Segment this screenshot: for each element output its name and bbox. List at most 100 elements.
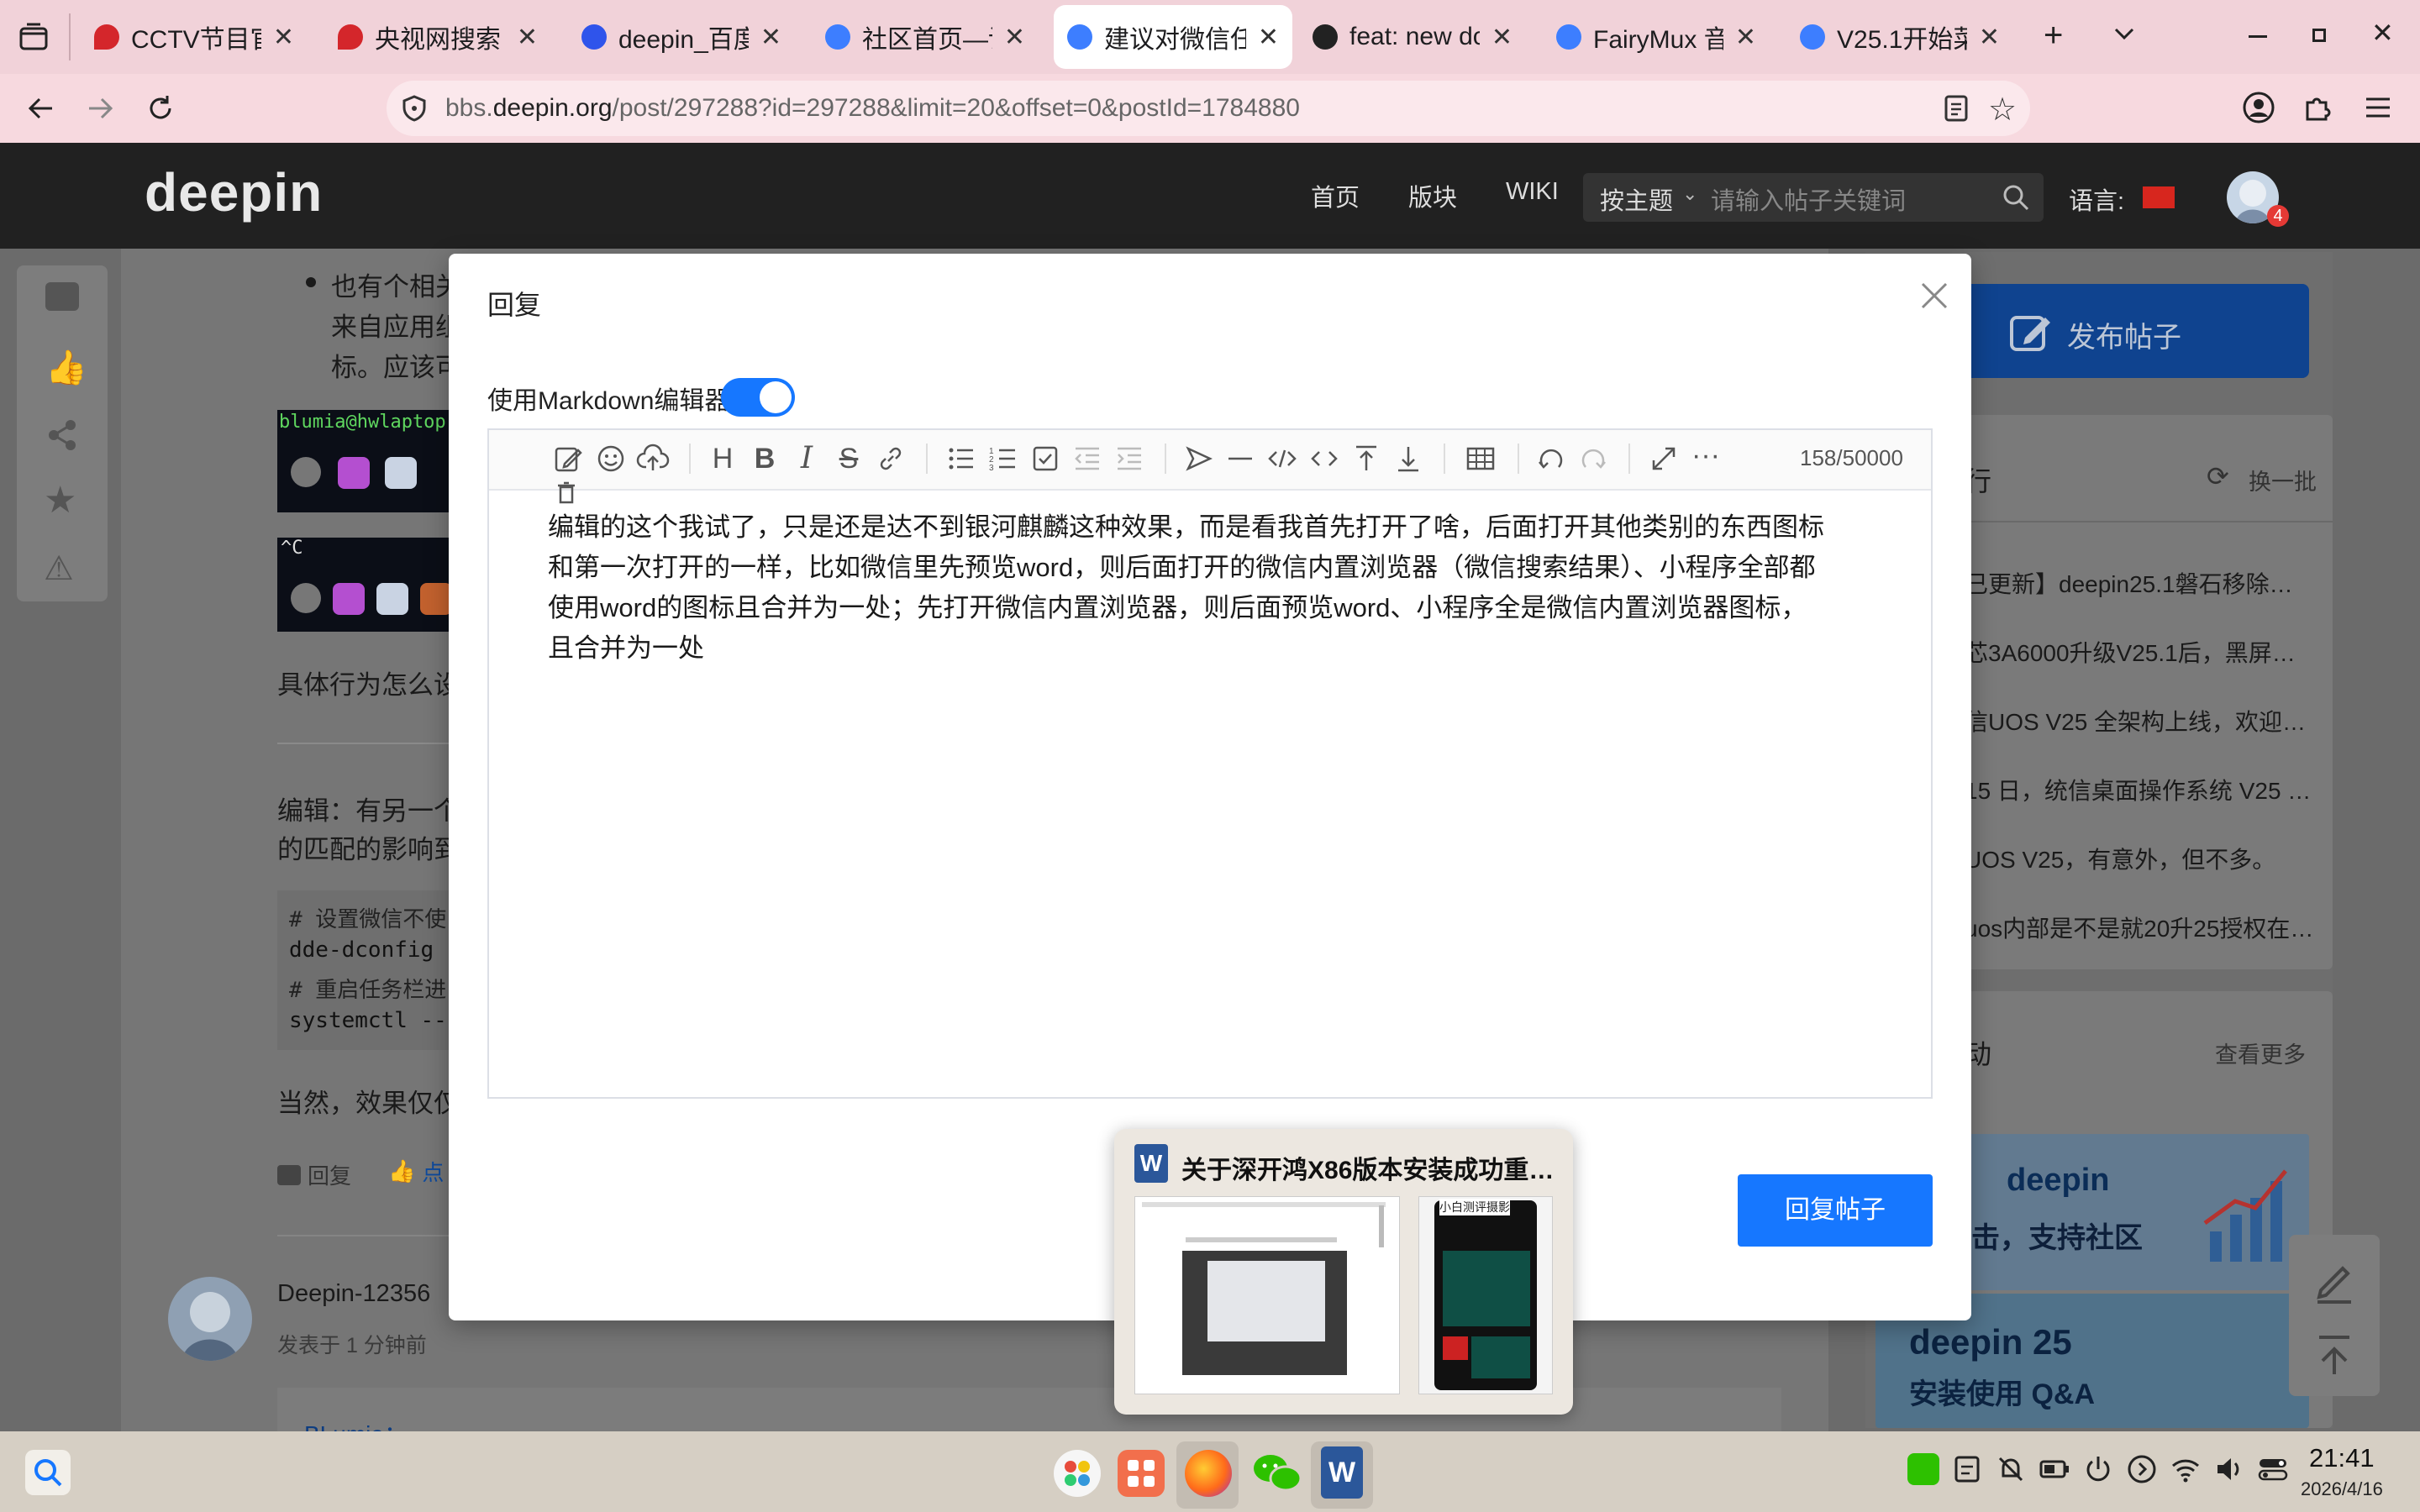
tab-baidu[interactable]: deepin_百度 ✕ [568,5,795,69]
control-center-icon[interactable] [2257,1453,2289,1485]
hot-list-item[interactable]: 已更新】deepin25.1磐石移除… [1965,566,2293,600]
wifi-icon[interactable] [2170,1453,2202,1485]
checklist-icon[interactable] [1028,442,1062,475]
close-tab-icon[interactable]: ✕ [1258,23,1279,52]
redo-icon[interactable] [1576,442,1610,475]
editor-textarea[interactable]: 编辑的这个我试了，只是还是达不到银河麒麟这种效果，而是看我首先打开了啥，后面打开… [489,492,1931,1097]
heading-icon[interactable]: H [706,442,739,475]
tab-community[interactable]: 社区首页—论 ✕ [812,5,1039,69]
submit-reply-button[interactable]: 回复帖子 [1738,1174,1933,1247]
reply-action[interactable]: 回复 [277,1159,351,1190]
clock-date[interactable]: 2026/4/16 [2301,1478,2383,1500]
emoji-icon[interactable] [594,442,628,475]
app-store-icon[interactable] [1118,1450,1165,1497]
close-tab-icon[interactable]: ✕ [517,23,538,52]
share-icon[interactable] [45,418,79,452]
tab-cctv-search[interactable]: 央视网搜索 ✕ [324,5,551,69]
tab-wechat-suggestion[interactable]: 建议对微信任 ✕ [1054,5,1292,69]
insert-before-icon[interactable] [1349,442,1383,475]
commenter-name[interactable]: Deepin-12356 [277,1280,430,1308]
undo-icon[interactable] [1534,442,1568,475]
back-to-top-button[interactable] [2289,1312,2380,1396]
terminal-screenshot[interactable]: ^C [277,538,454,632]
more-options-icon[interactable]: ··· [1689,441,1723,475]
menu-hamburger-icon[interactable] [2365,96,2391,119]
insert-after-icon[interactable] [1392,442,1425,475]
document-thumbnail[interactable] [1134,1196,1400,1394]
media-play-icon[interactable] [2126,1453,2158,1485]
reload-icon[interactable] [145,92,176,124]
china-flag-icon[interactable] [2143,186,2175,208]
close-tab-icon[interactable]: ✕ [273,23,294,52]
hot-list-item[interactable]: UOS V25，有意外，但不多。 [1965,842,2275,875]
markdown-toggle[interactable] [721,378,795,417]
code-block-icon[interactable] [1265,442,1299,475]
indent-icon[interactable] [1113,442,1146,475]
power-icon[interactable] [2082,1453,2114,1485]
inline-code-icon[interactable] [1307,442,1341,475]
terminal-screenshot[interactable]: blumia@hwlaptop [277,410,454,512]
quote-icon[interactable] [1181,442,1215,475]
close-tab-icon[interactable]: ✕ [1491,23,1512,52]
hot-list-item[interactable]: 芯3A6000升级V25.1后，黑屏… [1965,635,2296,669]
close-tab-icon[interactable]: ✕ [1979,23,2000,52]
extensions-puzzle-icon[interactable] [2302,92,2333,123]
wechat-tray-icon[interactable] [1907,1453,1939,1485]
bullet-list-icon[interactable] [944,442,978,475]
nav-home[interactable]: 首页 [1311,178,1360,213]
tab-fairymux[interactable]: FairyMux 音 ✕ [1543,5,1770,69]
thumbs-up-icon[interactable]: 👍 [45,348,87,387]
link-icon[interactable] [874,442,908,475]
bold-icon[interactable]: B [748,442,781,475]
report-warning-icon[interactable]: ⚠ [44,549,74,588]
minimize-window-icon[interactable] [2249,35,2267,38]
tab-cctv[interactable]: CCTV节目官网 ✕ [81,5,308,69]
reader-view-icon[interactable] [1943,94,1970,123]
table-icon[interactable] [1464,442,1497,475]
address-bar[interactable]: bbs. deepin.org/post/297288?id=297288&lim… [387,81,2030,136]
search-icon[interactable] [2002,183,2030,212]
search-input[interactable]: 请输入帖子关键词 [1711,181,1906,217]
hot-list-item[interactable]: 信UOS V25 全架构上线，欢迎… [1965,704,2306,738]
new-tab-icon[interactable]: + [2044,17,2063,55]
close-tab-icon[interactable]: ✕ [1735,23,1756,52]
like-action[interactable]: 👍 点 [388,1156,444,1187]
close-window-icon[interactable]: ✕ [2371,17,2394,49]
tab-list-chevron-icon[interactable] [2111,20,2138,47]
hot-list-item[interactable]: 15 日，统信桌面操作系统 V25 … [1965,773,2311,806]
clock-time[interactable]: 21:41 [2309,1443,2375,1473]
close-dialog-icon[interactable] [1919,281,1949,311]
nav-boards[interactable]: 版块 [1408,178,1457,213]
close-tab-icon[interactable]: ✕ [1004,23,1025,52]
bookmark-star-icon[interactable]: ☆ [1988,91,2017,129]
commenter-avatar[interactable] [168,1277,252,1361]
site-security-shield-icon[interactable] [400,94,429,123]
launchpad-icon[interactable] [1054,1450,1101,1497]
refresh-button[interactable]: 换一批 [2249,464,2317,496]
upload-icon[interactable] [636,442,670,475]
launcher-search-button[interactable] [25,1450,71,1495]
volume-icon[interactable] [2213,1453,2245,1485]
close-tab-icon[interactable]: ✕ [760,23,781,52]
fullscreen-icon[interactable] [1647,442,1681,475]
battery-icon[interactable] [2039,1453,2070,1485]
favorite-star-icon[interactable]: ★ [44,479,76,522]
ordered-list-icon[interactable]: 123 [986,442,1020,475]
italic-icon[interactable]: I [790,442,823,475]
horizontal-rule-icon[interactable] [1223,442,1257,475]
nav-wiki[interactable]: WIKI [1506,178,1559,206]
tab-v25-menu[interactable]: V25.1开始菜 ✕ [1786,5,2013,69]
forward-icon[interactable] [84,92,116,124]
phone-thumbnail[interactable]: 小白测评摄影 [1418,1196,1553,1394]
account-icon[interactable] [2242,91,2275,124]
back-icon[interactable] [25,92,57,124]
clipboard-icon[interactable] [1951,1453,1983,1485]
search-type-select[interactable]: 按主题 [1600,181,1673,217]
view-more-link[interactable]: 查看更多 [2215,1037,2306,1069]
strikethrough-icon[interactable]: S [832,442,865,475]
outdent-icon[interactable] [1071,442,1104,475]
notification-mute-icon[interactable] [1995,1453,2027,1485]
edit-mode-icon[interactable] [551,442,585,475]
hot-list-item[interactable]: uos内部是不是就20升25授权在… [1965,911,2313,944]
tab-overview-icon[interactable] [18,22,49,52]
